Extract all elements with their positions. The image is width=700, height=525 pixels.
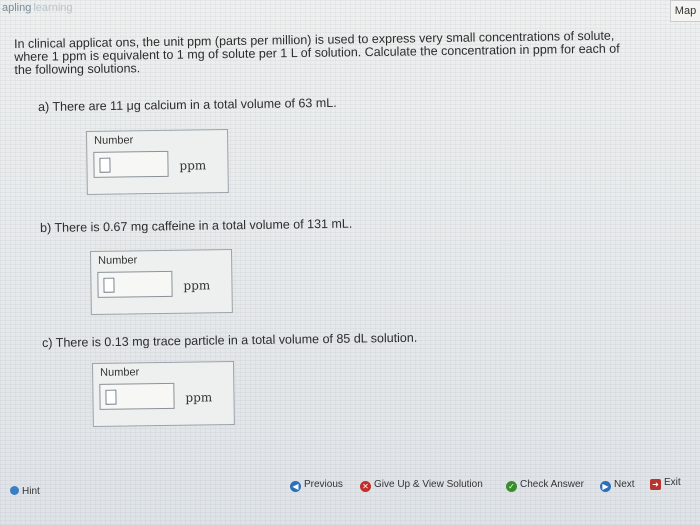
logo-sub-text: learning <box>33 2 73 14</box>
part-b-number-input[interactable] <box>97 270 173 298</box>
part-c-number-input[interactable] <box>99 382 175 410</box>
part-a-number-label: Number <box>94 134 134 147</box>
give-up-x-icon: ✕ <box>360 481 371 492</box>
part-c-answer-box: Number ppm <box>92 361 235 427</box>
hint-button[interactable]: Hint <box>10 486 40 497</box>
part-c-number-label: Number <box>100 366 140 379</box>
exit-icon: ➜ <box>650 479 661 490</box>
exit-label: Exit <box>664 477 681 488</box>
check-answer-button[interactable]: ✓ Check Answer <box>506 479 584 492</box>
give-up-label: Give Up & View Solution <box>374 479 483 490</box>
part-b-unit: ppm <box>183 278 211 293</box>
next-button[interactable]: ▶ Next <box>600 479 635 492</box>
aplia-logo: apling learning <box>2 2 73 14</box>
part-c-prompt: c) There is 0.13 mg trace particle in a … <box>42 330 418 350</box>
part-a-input-caret <box>99 157 111 173</box>
logo-main-text: apling <box>2 2 32 14</box>
top-bar: apling learning Map <box>0 0 700 22</box>
part-c-unit: ppm <box>185 390 213 405</box>
part-b-number-label: Number <box>98 254 138 267</box>
next-arrow-icon: ▶ <box>600 481 611 492</box>
part-a-number-input[interactable] <box>93 150 169 178</box>
previous-label: Previous <box>304 479 343 490</box>
part-a-unit: ppm <box>179 158 207 173</box>
map-button[interactable]: Map <box>670 0 700 22</box>
check-mark-icon: ✓ <box>506 481 517 492</box>
hint-icon <box>10 486 19 495</box>
part-c-input-caret <box>105 389 117 405</box>
part-a-answer-box: Number ppm <box>86 129 229 195</box>
part-b-prompt: b) There is 0.67 mg caffeine in a total … <box>40 216 353 235</box>
give-up-button[interactable]: ✕ Give Up & View Solution <box>360 479 483 492</box>
bottom-nav-bar: Hint ◀ Previous ✕ Give Up & View Solution … <box>0 476 700 506</box>
part-b-answer-box: Number ppm <box>90 249 233 315</box>
previous-arrow-icon: ◀ <box>290 481 301 492</box>
next-label: Next <box>614 479 635 490</box>
exit-button[interactable]: ➜ Exit <box>650 477 681 490</box>
question-text: In clinical applicat ons, the unit ppm (… <box>14 29 684 77</box>
part-a-prompt: a) There are 11 μg calcium in a total vo… <box>38 95 337 114</box>
check-answer-label: Check Answer <box>520 479 584 490</box>
hint-label: Hint <box>22 486 40 497</box>
previous-button[interactable]: ◀ Previous <box>290 479 343 492</box>
part-b-input-caret <box>103 277 115 293</box>
